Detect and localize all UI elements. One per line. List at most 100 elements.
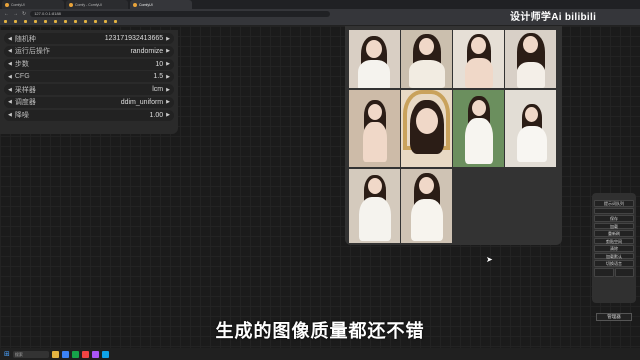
browser-tab-active[interactable]: ComfyUI — [130, 0, 192, 9]
refresh-button[interactable]: 重新刷 — [594, 230, 634, 237]
windows-icon[interactable]: ⊞ — [4, 350, 10, 358]
left-arrow-icon[interactable]: ◀ — [8, 112, 12, 118]
param-label: 采样器 — [14, 86, 36, 94]
right-arrow-icon[interactable]: ▶ — [166, 36, 170, 42]
param-denoise[interactable]: ◀ 降噪 1.00 ▶ — [4, 109, 174, 121]
image-preview-node[interactable] — [345, 26, 562, 245]
param-label: 降噪 — [14, 112, 29, 120]
load-default-button[interactable]: 加载默认 — [594, 252, 634, 259]
param-cfg[interactable]: ◀ CFG 1.5 ▶ — [4, 71, 174, 83]
bookmark-item[interactable] — [64, 20, 68, 23]
param-seed[interactable]: ◀ 随机种 123171932413665 ▶ — [4, 33, 174, 44]
generated-image[interactable] — [401, 169, 452, 243]
taskbar-app-icon[interactable] — [81, 350, 89, 358]
generated-image[interactable] — [453, 30, 504, 88]
brand-watermark: 设计师学Ai bilibili — [510, 12, 597, 23]
param-label: 运行后操作 — [14, 48, 50, 56]
cursor-icon: ➤ — [486, 255, 493, 264]
browser-tab[interactable]: ComfyUI — [2, 0, 64, 9]
bookmark-item[interactable] — [14, 20, 18, 23]
taskbar: ⊞ 搜索 — [0, 348, 640, 360]
bookmark-item[interactable] — [104, 20, 108, 23]
switch-language-button[interactable]: 切换语言 — [594, 260, 634, 267]
generated-image[interactable] — [505, 30, 556, 88]
taskbar-search[interactable]: 搜索 — [12, 350, 49, 358]
folder-icon — [74, 20, 77, 23]
right-arrow-icon[interactable]: ▶ — [166, 61, 170, 67]
clipspace-button[interactable]: 剪贴空间 — [594, 237, 634, 244]
right-arrow-icon[interactable]: ▶ — [166, 48, 170, 54]
generated-image[interactable] — [349, 90, 400, 167]
url-input[interactable]: 127.0.0.1:8188 — [30, 10, 331, 17]
taskbar-app-icon[interactable] — [91, 350, 99, 358]
left-arrow-icon[interactable]: ◀ — [8, 74, 12, 80]
param-value: 123171932413665 — [104, 35, 164, 42]
folder-icon — [94, 20, 97, 23]
param-steps[interactable]: ◀ 步数 10 ▶ — [4, 58, 174, 70]
param-label: 步数 — [14, 61, 29, 69]
left-arrow-icon[interactable]: ◀ — [8, 36, 12, 42]
left-arrow-icon[interactable]: ◀ — [8, 61, 12, 67]
right-arrow-icon[interactable]: ▶ — [166, 87, 170, 93]
bookmark-item[interactable] — [114, 20, 118, 23]
video-subtitle: 生成的图像质量都还不错 — [215, 321, 425, 341]
param-label: 调度器 — [14, 99, 36, 107]
bookmark-item[interactable] — [4, 20, 8, 23]
back-icon[interactable]: ← — [4, 11, 9, 17]
param-sampler[interactable]: ◀ 采样器 lcm ▶ — [4, 84, 174, 96]
bookmark-item[interactable] — [54, 20, 58, 23]
taskbar-app-icon[interactable] — [71, 350, 79, 358]
param-control-after-generate[interactable]: ◀ 运行后操作 randomize ▶ — [4, 45, 174, 57]
sampler-params-node[interactable]: ◀ 随机种 123171932413665 ▶ ◀ 运行后操作 randomize ▶ … — [0, 30, 178, 134]
taskbar-app-icon[interactable] — [51, 350, 59, 358]
right-arrow-icon[interactable]: ▶ — [166, 99, 170, 105]
browser-tab[interactable]: Comfy - ComfyUI — [66, 0, 128, 9]
generated-image[interactable] — [401, 30, 452, 88]
generated-image[interactable] — [349, 169, 400, 243]
bookmark-item[interactable] — [84, 20, 88, 23]
left-arrow-icon[interactable]: ◀ — [8, 87, 12, 93]
param-value: randomize — [130, 47, 164, 55]
generated-image[interactable] — [505, 90, 556, 167]
param-value: lcm — [152, 86, 164, 94]
load-button[interactable]: 加载 — [594, 222, 634, 229]
clear-button[interactable]: 清除 — [594, 245, 634, 252]
tab-favicon-icon — [69, 2, 73, 7]
left-arrow-icon[interactable]: ◀ — [8, 48, 12, 54]
bookmark-item[interactable] — [44, 20, 48, 23]
param-value: 1.00 — [149, 111, 164, 119]
generated-image[interactable] — [453, 90, 504, 167]
param-value: 10 — [155, 60, 164, 68]
param-label: 随机种 — [14, 35, 36, 43]
queue-prompt-button[interactable]: 提示词队列 — [594, 200, 634, 207]
bookmark-item[interactable] — [94, 20, 98, 23]
taskbar-app-icon[interactable] — [101, 350, 109, 358]
forward-icon[interactable]: → — [13, 11, 18, 17]
left-arrow-icon[interactable]: ◀ — [8, 99, 12, 105]
param-scheduler[interactable]: ◀ 调度器 ddim_uniform ▶ — [4, 96, 174, 108]
folder-icon — [114, 20, 117, 23]
folder-icon — [24, 20, 27, 23]
right-arrow-icon[interactable]: ▶ — [166, 112, 170, 118]
bookmark-item[interactable] — [74, 20, 78, 23]
reload-icon[interactable]: ↻ — [22, 11, 26, 17]
bookmark-item[interactable] — [24, 20, 28, 23]
save-button[interactable]: 保存 — [594, 215, 634, 222]
tab-title: ComfyUI — [11, 2, 25, 7]
param-label: CFG — [14, 73, 30, 81]
folder-icon — [14, 20, 17, 23]
right-arrow-icon[interactable]: ▶ — [166, 74, 170, 80]
folder-icon — [104, 20, 107, 23]
tab-title: Comfy - ComfyUI — [75, 2, 102, 7]
generated-image[interactable] — [349, 30, 400, 88]
small-menu-button[interactable] — [614, 267, 634, 277]
folder-icon — [44, 20, 47, 23]
menu-button[interactable] — [594, 207, 634, 214]
small-menu-button[interactable] — [594, 267, 614, 277]
generated-image[interactable] — [401, 90, 452, 167]
folder-icon — [84, 20, 87, 23]
folder-icon — [64, 20, 67, 23]
param-value: 1.5 — [153, 73, 164, 81]
bookmark-item[interactable] — [34, 20, 38, 23]
taskbar-app-icon[interactable] — [61, 350, 69, 358]
